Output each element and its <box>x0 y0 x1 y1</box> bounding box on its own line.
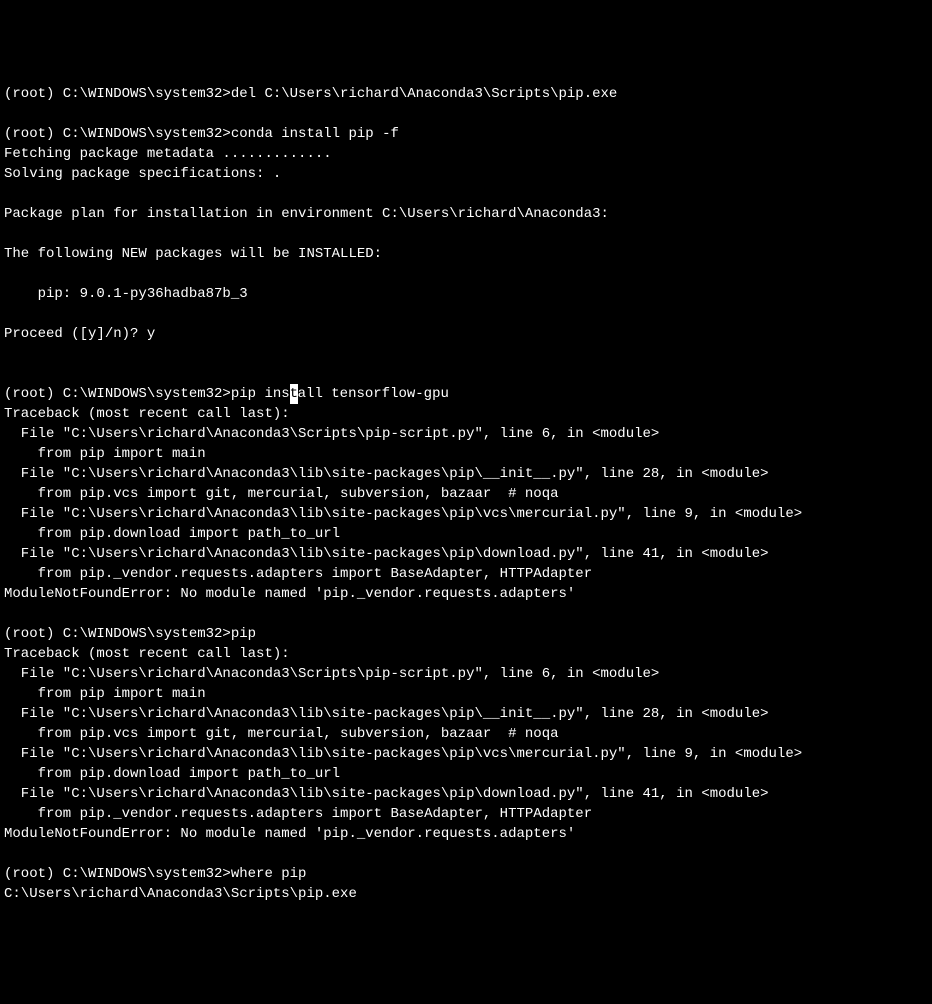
command-prompt: (root) C:\WINDOWS\system32> <box>4 626 231 642</box>
command-text: where pip <box>231 866 307 882</box>
output-text: File "C:\Users\richard\Anaconda3\lib\sit… <box>4 706 769 722</box>
output-text: from pip import main <box>4 686 206 702</box>
output-text: from pip._vendor.requests.adapters impor… <box>4 566 592 582</box>
command-prompt: (root) C:\WINDOWS\system32> <box>4 126 231 142</box>
terminal-line: from pip.vcs import git, mercurial, subv… <box>4 484 928 504</box>
terminal-line: (root) C:\WINDOWS\system32>pip <box>4 624 928 644</box>
output-text: Traceback (most recent call last): <box>4 646 290 662</box>
terminal-line <box>4 104 928 124</box>
terminal-line <box>4 184 928 204</box>
command-text: pip ins <box>231 386 290 402</box>
cursor: t <box>290 384 298 404</box>
output-text: File "C:\Users\richard\Anaconda3\lib\sit… <box>4 466 769 482</box>
terminal-line: File "C:\Users\richard\Anaconda3\lib\sit… <box>4 744 928 764</box>
terminal-line: File "C:\Users\richard\Anaconda3\lib\sit… <box>4 464 928 484</box>
terminal-line: Traceback (most recent call last): <box>4 404 928 424</box>
command-text: pip <box>231 626 256 642</box>
output-text: Solving package specifications: . <box>4 166 281 182</box>
output-text: from pip.vcs import git, mercurial, subv… <box>4 486 559 502</box>
terminal-line: Fetching package metadata ............. <box>4 144 928 164</box>
output-text: The following NEW packages will be INSTA… <box>4 246 382 262</box>
terminal-line: File "C:\Users\richard\Anaconda3\lib\sit… <box>4 704 928 724</box>
terminal-line: (root) C:\WINDOWS\system32>del C:\Users\… <box>4 84 928 104</box>
terminal-line: File "C:\Users\richard\Anaconda3\Scripts… <box>4 424 928 444</box>
output-text: Traceback (most recent call last): <box>4 406 290 422</box>
output-text: ModuleNotFoundError: No module named 'pi… <box>4 586 575 602</box>
terminal-line: ModuleNotFoundError: No module named 'pi… <box>4 584 928 604</box>
terminal-line <box>4 364 928 384</box>
output-text: Package plan for installation in environ… <box>4 206 609 222</box>
terminal-line <box>4 344 928 364</box>
output-text: File "C:\Users\richard\Anaconda3\lib\sit… <box>4 506 802 522</box>
terminal-line: C:\Users\richard\Anaconda3\Scripts\pip.e… <box>4 884 928 904</box>
terminal-line <box>4 844 928 864</box>
terminal-line: (root) C:\WINDOWS\system32>pip install t… <box>4 384 928 404</box>
output-text: from pip.vcs import git, mercurial, subv… <box>4 726 559 742</box>
terminal-line: Package plan for installation in environ… <box>4 204 928 224</box>
output-text: File "C:\Users\richard\Anaconda3\lib\sit… <box>4 746 802 762</box>
output-text: Fetching package metadata ............. <box>4 146 332 162</box>
command-prompt: (root) C:\WINDOWS\system32> <box>4 866 231 882</box>
terminal-line <box>4 604 928 624</box>
terminal-line: (root) C:\WINDOWS\system32>conda install… <box>4 124 928 144</box>
terminal-line: from pip._vendor.requests.adapters impor… <box>4 564 928 584</box>
terminal-line <box>4 304 928 324</box>
terminal-line: from pip.download import path_to_url <box>4 524 928 544</box>
terminal-line: ModuleNotFoundError: No module named 'pi… <box>4 824 928 844</box>
terminal-line: from pip import main <box>4 684 928 704</box>
output-text: from pip.download import path_to_url <box>4 526 340 542</box>
output-text: File "C:\Users\richard\Anaconda3\lib\sit… <box>4 546 769 562</box>
command-prompt: (root) C:\WINDOWS\system32> <box>4 386 231 402</box>
command-text: del C:\Users\richard\Anaconda3\Scripts\p… <box>231 86 617 102</box>
output-text: pip: 9.0.1-py36hadba87b_3 <box>4 286 248 302</box>
command-prompt: (root) C:\WINDOWS\system32> <box>4 86 231 102</box>
terminal-line: File "C:\Users\richard\Anaconda3\lib\sit… <box>4 544 928 564</box>
output-text: from pip import main <box>4 446 206 462</box>
terminal-line: (root) C:\WINDOWS\system32>where pip <box>4 864 928 884</box>
output-text: from pip.download import path_to_url <box>4 766 340 782</box>
terminal-line: Solving package specifications: . <box>4 164 928 184</box>
terminal-line: from pip.vcs import git, mercurial, subv… <box>4 724 928 744</box>
terminal-line: Traceback (most recent call last): <box>4 644 928 664</box>
output-text: from pip._vendor.requests.adapters impor… <box>4 806 592 822</box>
output-text: File "C:\Users\richard\Anaconda3\Scripts… <box>4 426 659 442</box>
terminal-line: pip: 9.0.1-py36hadba87b_3 <box>4 284 928 304</box>
terminal-line: Proceed ([y]/n)? y <box>4 324 928 344</box>
output-text: Proceed ([y]/n)? y <box>4 326 155 342</box>
output-text: C:\Users\richard\Anaconda3\Scripts\pip.e… <box>4 886 357 902</box>
output-text: File "C:\Users\richard\Anaconda3\Scripts… <box>4 666 659 682</box>
command-text: conda install pip -f <box>231 126 399 142</box>
terminal-line: The following NEW packages will be INSTA… <box>4 244 928 264</box>
terminal-line: File "C:\Users\richard\Anaconda3\lib\sit… <box>4 504 928 524</box>
terminal-output[interactable]: (root) C:\WINDOWS\system32>del C:\Users\… <box>4 84 928 904</box>
terminal-line: from pip.download import path_to_url <box>4 764 928 784</box>
terminal-line <box>4 224 928 244</box>
terminal-line: from pip import main <box>4 444 928 464</box>
terminal-line: File "C:\Users\richard\Anaconda3\lib\sit… <box>4 784 928 804</box>
terminal-line: File "C:\Users\richard\Anaconda3\Scripts… <box>4 664 928 684</box>
command-text: all tensorflow-gpu <box>298 386 449 402</box>
terminal-line <box>4 264 928 284</box>
terminal-line: from pip._vendor.requests.adapters impor… <box>4 804 928 824</box>
output-text: ModuleNotFoundError: No module named 'pi… <box>4 826 575 842</box>
output-text: File "C:\Users\richard\Anaconda3\lib\sit… <box>4 786 769 802</box>
